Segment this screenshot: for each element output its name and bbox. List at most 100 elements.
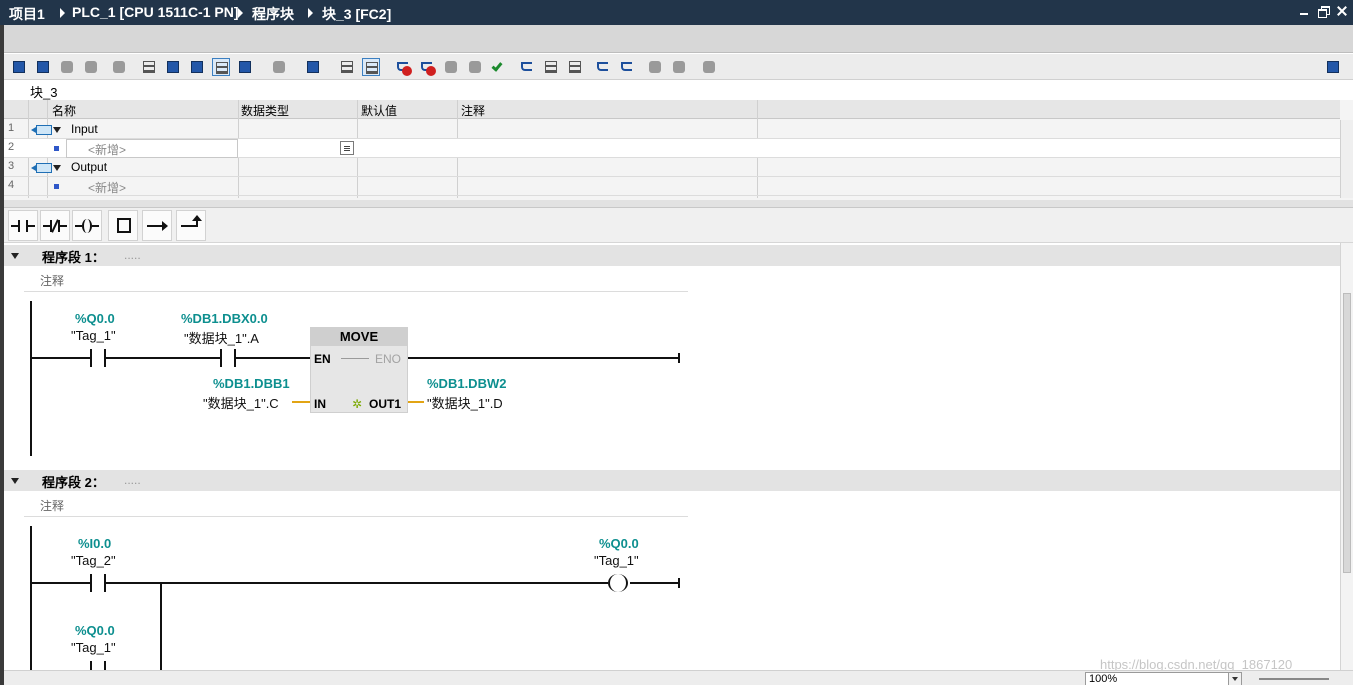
online-monitor-icon[interactable] [646, 58, 664, 76]
toggle-view-icon[interactable] [188, 58, 206, 76]
network-2-header[interactable]: 程序段 2： ..... [4, 470, 1340, 491]
compile-check-icon[interactable] [490, 58, 508, 76]
tag-info-icon[interactable] [270, 58, 288, 76]
contact-2-symbol[interactable]: "数据块_1".A [184, 328, 259, 347]
modify-values-icon[interactable] [670, 58, 688, 76]
delete-network-icon[interactable] [34, 58, 52, 76]
zoom-select[interactable]: 100% [1085, 672, 1242, 685]
collapse-icon[interactable] [53, 127, 61, 133]
favorites-icon[interactable] [362, 58, 380, 76]
expand-all-icon[interactable] [164, 58, 182, 76]
open-branch-icon[interactable] [142, 210, 172, 241]
interface-row-input[interactable]: 1 Input [4, 120, 1340, 139]
n2-contact-2-left-bar [90, 661, 92, 670]
rung-wire [32, 357, 90, 359]
close-icon[interactable] [1337, 6, 1347, 16]
restore-icon[interactable] [1318, 6, 1330, 18]
chevron-down-icon[interactable] [1228, 673, 1241, 685]
network-1-title-text[interactable]: ..... [124, 248, 141, 262]
layout-settings-icon[interactable] [1324, 58, 1342, 76]
nc-contact-icon[interactable] [40, 210, 70, 241]
contact-2-address[interactable]: %DB1.DBX0.0 [181, 311, 268, 326]
network-2-title-text[interactable]: ..... [124, 473, 141, 487]
output-coil[interactable] [608, 574, 628, 592]
empty-box-icon[interactable] [108, 210, 138, 241]
collapse-icon[interactable] [53, 165, 61, 171]
go-to-next-icon[interactable] [594, 58, 612, 76]
n2-contact-1-address[interactable]: %I0.0 [78, 536, 111, 551]
datatype-picker-icon[interactable] [340, 141, 354, 155]
move-en-pin[interactable]: EN [314, 352, 331, 366]
n2-contact-1-symbol[interactable]: "Tag_2" [71, 553, 116, 568]
rung-wire [106, 357, 220, 359]
lad-editor-canvas[interactable]: 程序段 1： ..... 注释 %Q0.0 "Tag_1" %DB1.DBX0.… [4, 243, 1340, 670]
go-to-next-error-icon[interactable] [618, 58, 636, 76]
interface-row-output[interactable]: 3 Output [4, 158, 1340, 177]
splitter-handle[interactable] [4, 200, 1353, 208]
interface-scrollbar[interactable] [1340, 120, 1353, 198]
collapse-network-icon[interactable] [11, 253, 19, 259]
breadcrumb-block[interactable]: 块_3 [FC2] [322, 4, 391, 24]
no-contact-icon[interactable] [8, 210, 38, 241]
lad-instruction-palette [4, 208, 1353, 243]
n2-contact-2-address[interactable]: %Q0.0 [75, 623, 115, 638]
minimize-icon[interactable] [1299, 6, 1309, 16]
network-2-comment-text: 注释 [40, 499, 65, 513]
hierarchy-icon[interactable] [566, 58, 584, 76]
align-icon[interactable] [542, 58, 560, 76]
move-in-operand-symbol[interactable]: "数据块_1".C [203, 393, 279, 412]
breadcrumb-plc[interactable]: PLC_1 [CPU 1511C-1 PN] [72, 4, 239, 20]
output-section-icon [31, 163, 52, 173]
n2-contact-2-symbol[interactable]: "Tag_1" [71, 640, 116, 655]
absolute-operand-icon[interactable] [236, 58, 254, 76]
editor-vertical-scrollbar[interactable] [1340, 243, 1353, 670]
move-in-pin[interactable]: IN [314, 397, 326, 411]
comments-toggle-icon[interactable] [212, 58, 230, 76]
network-navigation-icon[interactable] [304, 58, 322, 76]
col-comment-header[interactable]: 注释 [461, 102, 485, 119]
collapse-all-icon[interactable] [140, 58, 158, 76]
move-out-operand-symbol[interactable]: "数据块_1".D [427, 393, 503, 412]
database-icon[interactable] [700, 58, 718, 76]
contact-2-left-bar [220, 349, 222, 367]
breadcrumb-project[interactable]: 项目1 [9, 4, 45, 24]
move-out-operand-address[interactable]: %DB1.DBW2 [427, 376, 506, 391]
network-1-comment[interactable]: 注释 [24, 270, 688, 292]
move-instruction-box[interactable]: MOVE EN ENO IN ✲ OUT1 [310, 327, 408, 413]
move-title: MOVE [339, 329, 379, 344]
zoom-slider[interactable] [1259, 678, 1329, 680]
breadcrumb-program-blocks[interactable]: 程序块 [252, 4, 294, 24]
add-row-icon[interactable] [82, 58, 100, 76]
rung-end-marker [678, 578, 680, 588]
interface-row-input-new[interactable]: 2 <新增> [4, 139, 1340, 158]
contact-1-address[interactable]: %Q0.0 [75, 311, 115, 326]
move-in-operand-address[interactable]: %DB1.DBB1 [213, 376, 290, 391]
monitoring-icon[interactable] [110, 58, 128, 76]
contact-1-symbol[interactable]: "Tag_1" [71, 328, 116, 343]
col-default-header[interactable]: 默认值 [361, 102, 397, 119]
move-eno-pin[interactable]: ENO [375, 352, 401, 366]
coil-address[interactable]: %Q0.0 [599, 536, 639, 551]
row-number: 2 [8, 141, 15, 153]
col-datatype-header[interactable]: 数据类型 [241, 102, 289, 119]
collapse-network-icon[interactable] [11, 478, 19, 484]
insert-network-icon[interactable] [10, 58, 28, 76]
coil-icon[interactable] [72, 210, 102, 241]
network-2-comment[interactable]: 注释 [24, 495, 688, 517]
interface-row-output-new[interactable]: 4 <新增> [4, 177, 1340, 196]
network-1-header[interactable]: 程序段 1： ..... [4, 245, 1340, 266]
window-controls [1299, 6, 1347, 18]
coil-symbol[interactable]: "Tag_1" [594, 553, 639, 568]
power-rail [30, 301, 32, 456]
generate-source-icon[interactable] [466, 58, 484, 76]
close-branch-icon[interactable] [176, 210, 206, 241]
grid-display-icon[interactable] [338, 58, 356, 76]
scrollbar-thumb[interactable] [1343, 293, 1351, 573]
move-out1-pin[interactable]: OUT1 [369, 397, 401, 411]
col-name-header[interactable]: 名称 [52, 102, 76, 119]
update-calls-icon[interactable] [442, 58, 460, 76]
clear-breakpoint-icon[interactable] [418, 58, 436, 76]
go-to-previous-error-icon[interactable] [518, 58, 536, 76]
call-overview-icon[interactable] [394, 58, 412, 76]
insert-row-icon[interactable] [58, 58, 76, 76]
